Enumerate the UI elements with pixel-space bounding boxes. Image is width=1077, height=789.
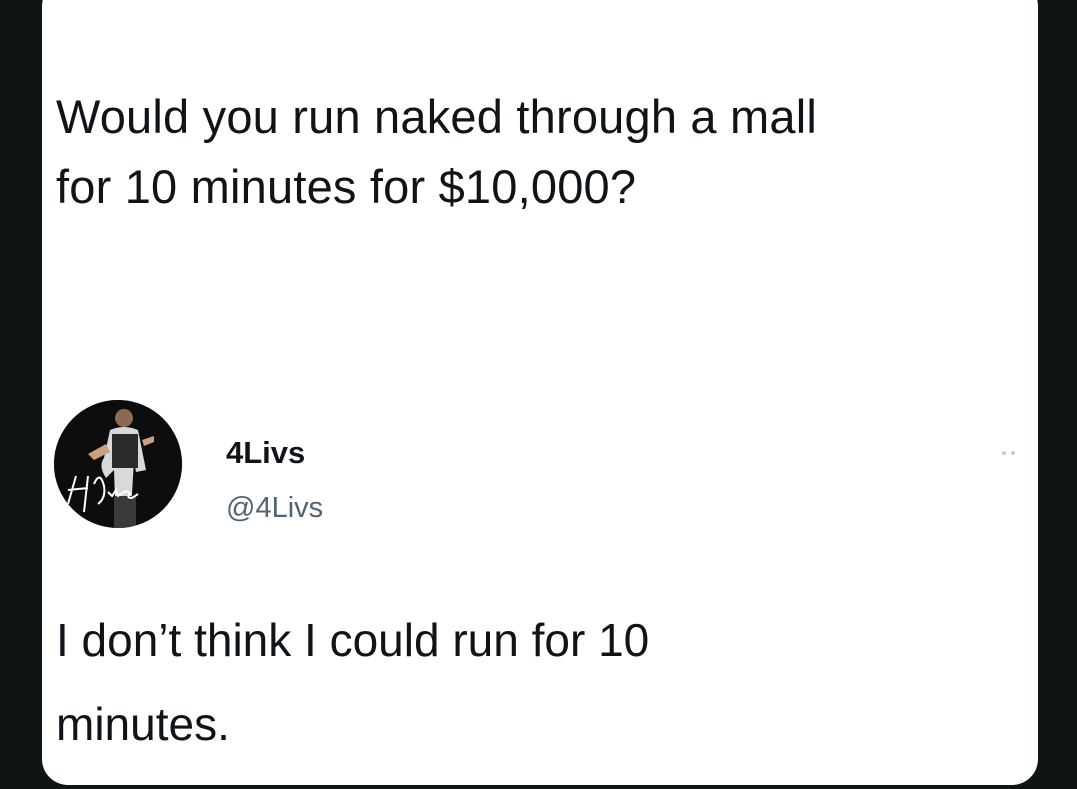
reply-author-name[interactable]: 4Livs (226, 435, 305, 471)
tweet-card: Would you run naked through a mall for 1… (42, 0, 1038, 785)
reply-author-avatar[interactable] (54, 400, 182, 528)
signature-logo (67, 475, 139, 513)
more-dots-icon[interactable] (998, 445, 1028, 455)
original-tweet-text: Would you run naked through a mall for 1… (56, 82, 1026, 222)
reply-tweet-line-2: minutes. (56, 698, 230, 750)
reply-tweet-text: I don’t think I could run for 10 minutes… (56, 598, 1016, 766)
screenshot-screen: Would you run naked through a mall for 1… (0, 0, 1077, 789)
original-tweet-line-2: for 10 minutes for $10,000? (56, 160, 637, 213)
reply-tweet-line-1: I don’t think I could run for 10 (56, 614, 650, 666)
reply-author-handle[interactable]: @4Livs (226, 492, 323, 525)
more-dots-glyph (1002, 451, 1015, 455)
original-tweet-line-1: Would you run naked through a mall (56, 90, 818, 143)
